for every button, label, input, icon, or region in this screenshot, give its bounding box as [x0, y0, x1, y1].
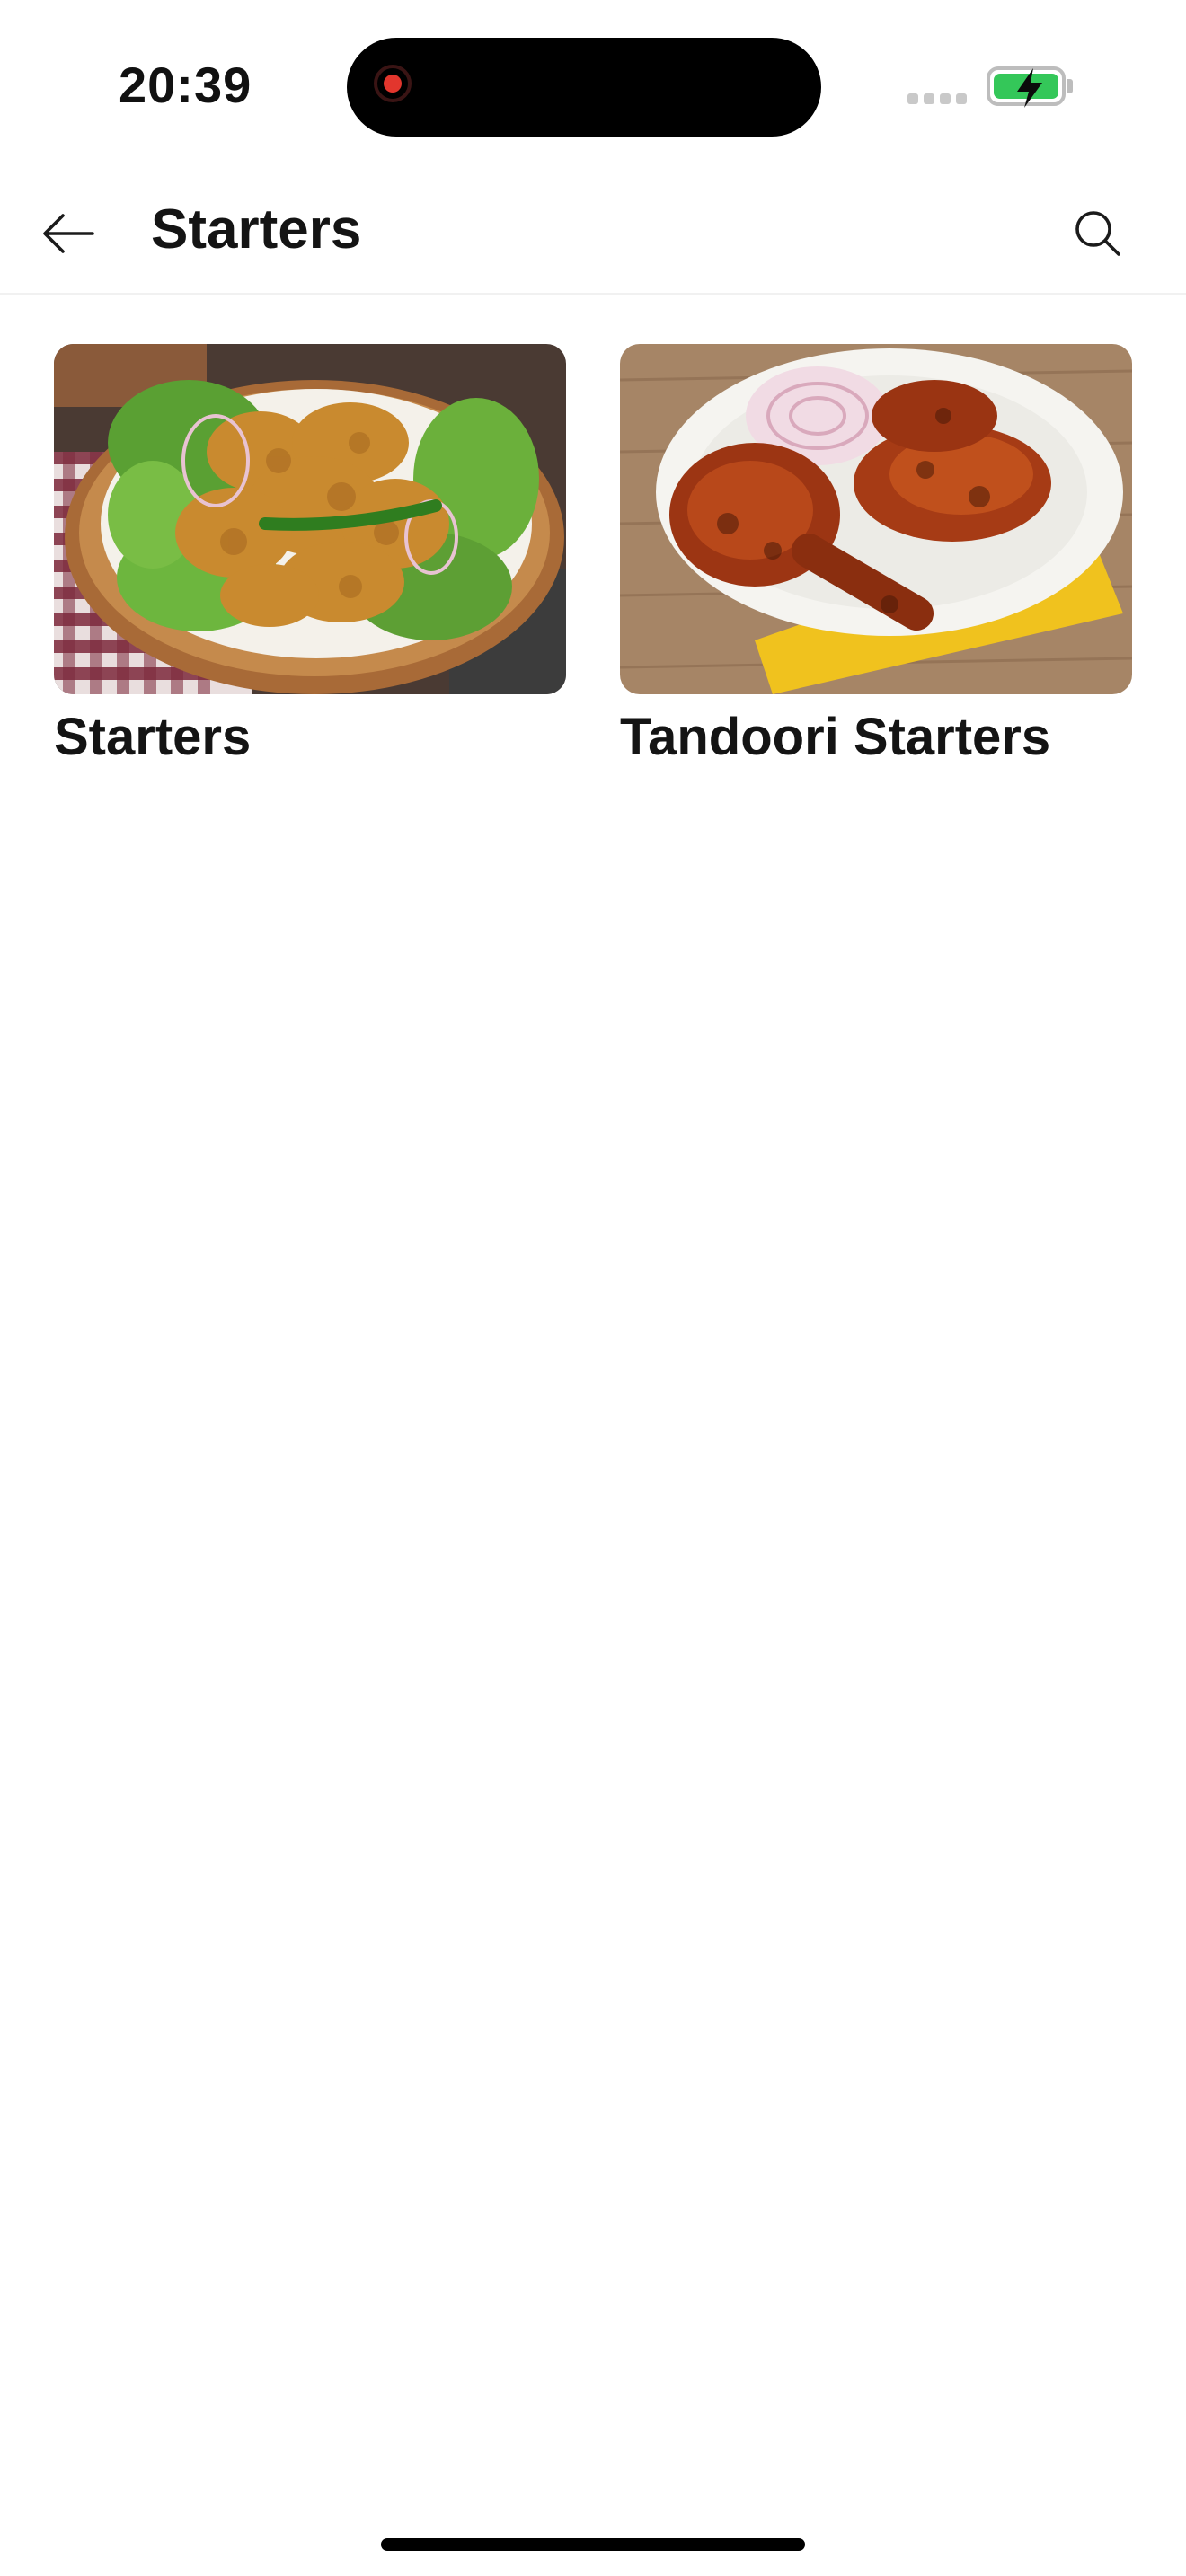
status-time: 20:39: [119, 57, 252, 113]
app-header: Starters: [0, 171, 1186, 295]
status-bar: 20:39: [0, 0, 1186, 171]
category-card-tandoori-starters[interactable]: Tandoori Starters: [620, 344, 1132, 767]
charging-bolt-icon: [1017, 68, 1042, 108]
category-label[interactable]: Starters: [54, 707, 566, 767]
tandoori-chicken-photo[interactable]: [620, 344, 1132, 694]
category-card-starters[interactable]: Starters: [54, 344, 566, 767]
cellular-signal-icon: [907, 93, 967, 104]
back-button[interactable]: [32, 198, 104, 269]
screen-recording-icon[interactable]: [374, 65, 412, 102]
category-grid: Starters Tandoori Starters: [54, 344, 1132, 767]
battery-charging-icon: [987, 66, 1066, 108]
search-icon: [1075, 211, 1120, 256]
home-indicator[interactable]: [381, 2538, 805, 2551]
page-title: Starters: [151, 198, 362, 260]
category-label[interactable]: Tandoori Starters: [620, 707, 1132, 767]
dynamic-island: [347, 38, 821, 137]
arrow-left-icon: [43, 214, 94, 253]
search-button[interactable]: [1060, 196, 1136, 271]
pakora-basket-photo[interactable]: [54, 344, 566, 694]
